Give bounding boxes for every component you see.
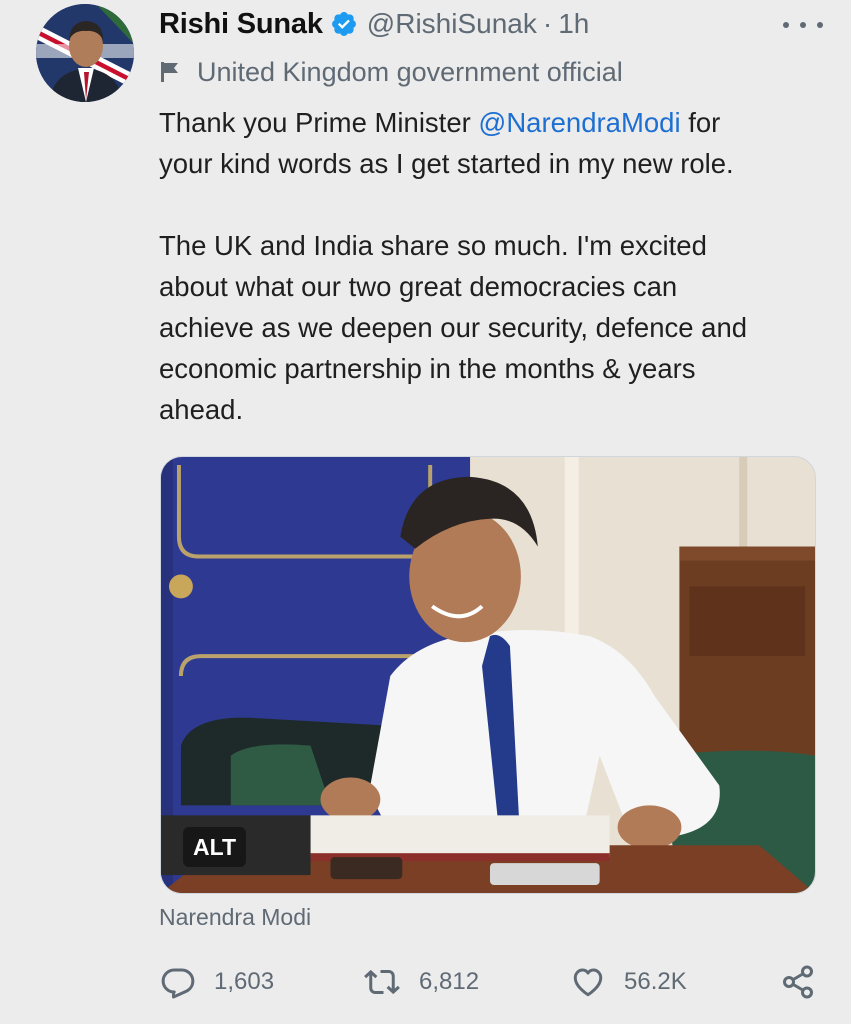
tweet-timestamp[interactable]: 1h xyxy=(558,8,589,40)
tweet-line: Thank you Prime Minister @NarendraModi f… xyxy=(159,102,819,143)
affiliation-label[interactable]: United Kingdom government official xyxy=(160,54,623,90)
tweet-line: your kind words as I get started in my n… xyxy=(159,148,734,179)
tweet-text-segment: for xyxy=(680,107,721,138)
author-display-name[interactable]: Rishi Sunak xyxy=(159,8,323,41)
author-handle[interactable]: @RishiSunak xyxy=(367,8,537,40)
tweet-photo[interactable]: ALT xyxy=(160,456,816,894)
gov-official-label: United Kingdom government official xyxy=(197,56,623,87)
reply-count: 1,603 xyxy=(214,968,275,995)
tweet-header: Rishi Sunak @RishiSunak · 1h xyxy=(159,2,811,46)
like-button[interactable]: 56.2K xyxy=(570,962,687,1002)
header-separator: · xyxy=(542,8,553,39)
retweet-icon xyxy=(364,969,400,995)
tweet-text-segment: Thank you Prime Minister xyxy=(159,107,479,138)
more-options-icon[interactable] xyxy=(783,14,823,36)
tweet-actions: 1,603 6,812 56.2K xyxy=(160,962,820,1002)
tweet-line: The UK and India share so much. I'm exci… xyxy=(159,230,707,261)
tweet-line: about what our two great democracies can xyxy=(159,271,678,302)
verified-badge-icon[interactable] xyxy=(330,10,358,38)
tweet-line: achieve as we deepen our security, defen… xyxy=(159,312,748,343)
reply-button[interactable]: 1,603 xyxy=(160,962,274,1002)
tweet-line: ahead. xyxy=(159,394,244,425)
mention-link[interactable]: @NarendraModi xyxy=(478,107,680,138)
flag-icon xyxy=(160,61,180,83)
photo-image xyxy=(161,457,815,893)
more-dot xyxy=(783,22,789,28)
more-dot xyxy=(817,22,823,28)
like-count: 56.2K xyxy=(624,968,687,995)
avatar-image xyxy=(36,4,134,102)
tweet-body: Thank you Prime Minister @NarendraModi f… xyxy=(159,102,819,430)
retweet-button[interactable]: 6,812 xyxy=(363,962,479,1002)
tagged-user[interactable]: Narendra Modi xyxy=(159,904,311,931)
reply-icon xyxy=(161,968,195,999)
share-icon xyxy=(783,965,813,999)
alt-text-button[interactable]: ALT xyxy=(183,827,247,867)
more-dot xyxy=(800,22,806,28)
share-button[interactable] xyxy=(780,962,816,1002)
tweet-line: economic partnership in the months & yea… xyxy=(159,353,696,384)
heart-icon xyxy=(573,968,603,997)
retweet-count: 6,812 xyxy=(419,968,480,995)
author-avatar[interactable] xyxy=(36,4,134,102)
